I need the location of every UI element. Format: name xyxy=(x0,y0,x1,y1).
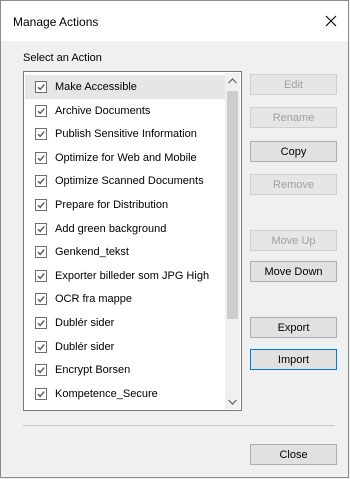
checkbox[interactable] xyxy=(35,340,47,353)
checkbox[interactable] xyxy=(35,151,47,164)
vertical-scrollbar[interactable] xyxy=(225,73,240,409)
checkmark-icon xyxy=(37,202,45,209)
action-label: Exporter billeder som JPG High xyxy=(55,269,210,282)
manage-actions-dialog: Manage Actions Select an Action Make Acc… xyxy=(0,0,349,478)
checkbox[interactable] xyxy=(35,104,47,117)
list-item[interactable]: Dublér sider xyxy=(25,335,227,359)
rename-button[interactable]: Rename xyxy=(250,107,337,128)
list-item[interactable]: Make Accessible xyxy=(25,75,227,99)
checkmark-icon xyxy=(37,178,45,185)
action-label: Optimize Scanned Documents xyxy=(55,175,204,188)
actions-listbox[interactable]: Make Accessible Archive Documents Publish … xyxy=(23,71,242,411)
chevron-down-icon[interactable] xyxy=(225,394,240,409)
checkbox[interactable] xyxy=(35,269,47,282)
checkbox[interactable] xyxy=(35,81,47,93)
action-label: Archive Documents xyxy=(55,104,151,117)
list-item[interactable]: Archive Documents xyxy=(25,99,227,123)
action-label: Dublér sider xyxy=(55,340,115,353)
checkbox[interactable] xyxy=(35,128,47,141)
checkmark-icon xyxy=(37,107,45,115)
title-bar: Manage Actions xyxy=(1,1,348,41)
copy-button[interactable]: Copy xyxy=(250,141,337,162)
move-up-button[interactable]: Move Up xyxy=(250,230,337,251)
checkmark-icon xyxy=(37,390,45,398)
list-item[interactable]: Optimize for Web and Mobile xyxy=(25,146,227,170)
list-item[interactable]: Dublér sider xyxy=(25,311,227,335)
dialog-title: Manage Actions xyxy=(13,15,99,29)
action-label: Encrypt Borsen xyxy=(55,364,131,377)
checkmark-icon xyxy=(37,367,45,374)
action-label: Publish Sensitive Information xyxy=(55,128,197,141)
checkmark-icon xyxy=(37,84,45,91)
action-label: Add green background xyxy=(55,222,167,235)
checkmark-icon xyxy=(37,343,45,351)
close-button[interactable]: Close xyxy=(250,444,337,465)
action-label: Optimize for Web and Mobile xyxy=(55,151,197,164)
list-item[interactable]: OCR fra mappe xyxy=(25,287,227,311)
checkbox[interactable] xyxy=(35,364,47,377)
checkmark-icon xyxy=(37,249,45,256)
action-label: Kompetence_Secure xyxy=(55,387,158,400)
list-item[interactable]: Publish Sensitive Information xyxy=(25,122,227,146)
action-label: Prepare for Distribution xyxy=(55,199,169,211)
checkbox[interactable] xyxy=(35,387,47,400)
select-action-label: Select an Action xyxy=(23,52,102,64)
list-item[interactable]: Encrypt Borsen xyxy=(25,358,227,382)
edit-button[interactable]: Edit xyxy=(250,74,337,95)
checkmark-icon xyxy=(37,272,45,280)
dialog-divider xyxy=(23,425,335,426)
import-button[interactable]: Import xyxy=(250,349,337,370)
list-item[interactable]: Add green background xyxy=(25,217,227,241)
action-label: Genkend_tekst xyxy=(55,246,129,259)
checkmark-icon xyxy=(37,296,45,303)
close-icon[interactable] xyxy=(320,10,342,32)
checkbox[interactable] xyxy=(35,293,47,306)
list-item[interactable]: Optimize Scanned Documents xyxy=(25,169,227,193)
chevron-up-icon[interactable] xyxy=(225,73,240,88)
action-label: OCR fra mappe xyxy=(55,293,133,306)
checkbox[interactable] xyxy=(35,199,47,211)
checkbox[interactable] xyxy=(35,246,47,259)
checkmark-icon xyxy=(37,320,45,327)
move-down-button[interactable]: Move Down xyxy=(250,261,337,282)
checkmark-icon xyxy=(37,154,45,162)
list-item[interactable]: Kompetence_Secure xyxy=(25,382,227,406)
remove-button[interactable]: Remove xyxy=(250,174,337,195)
action-label: Dublér sider xyxy=(55,317,115,329)
checkmark-icon xyxy=(37,131,45,138)
list-item[interactable]: Exporter billeder som JPG High xyxy=(25,264,227,288)
scrollbar-thumb[interactable] xyxy=(227,91,238,319)
checkbox[interactable] xyxy=(35,317,47,329)
list-item[interactable]: Genkend_tekst xyxy=(25,240,227,264)
action-label: Make Accessible xyxy=(55,81,137,93)
checkbox[interactable] xyxy=(35,175,47,188)
checkmark-icon xyxy=(37,225,45,233)
checkbox[interactable] xyxy=(35,222,47,235)
export-button[interactable]: Export xyxy=(250,317,337,338)
list-item[interactable]: Prepare for Distribution xyxy=(25,193,227,217)
